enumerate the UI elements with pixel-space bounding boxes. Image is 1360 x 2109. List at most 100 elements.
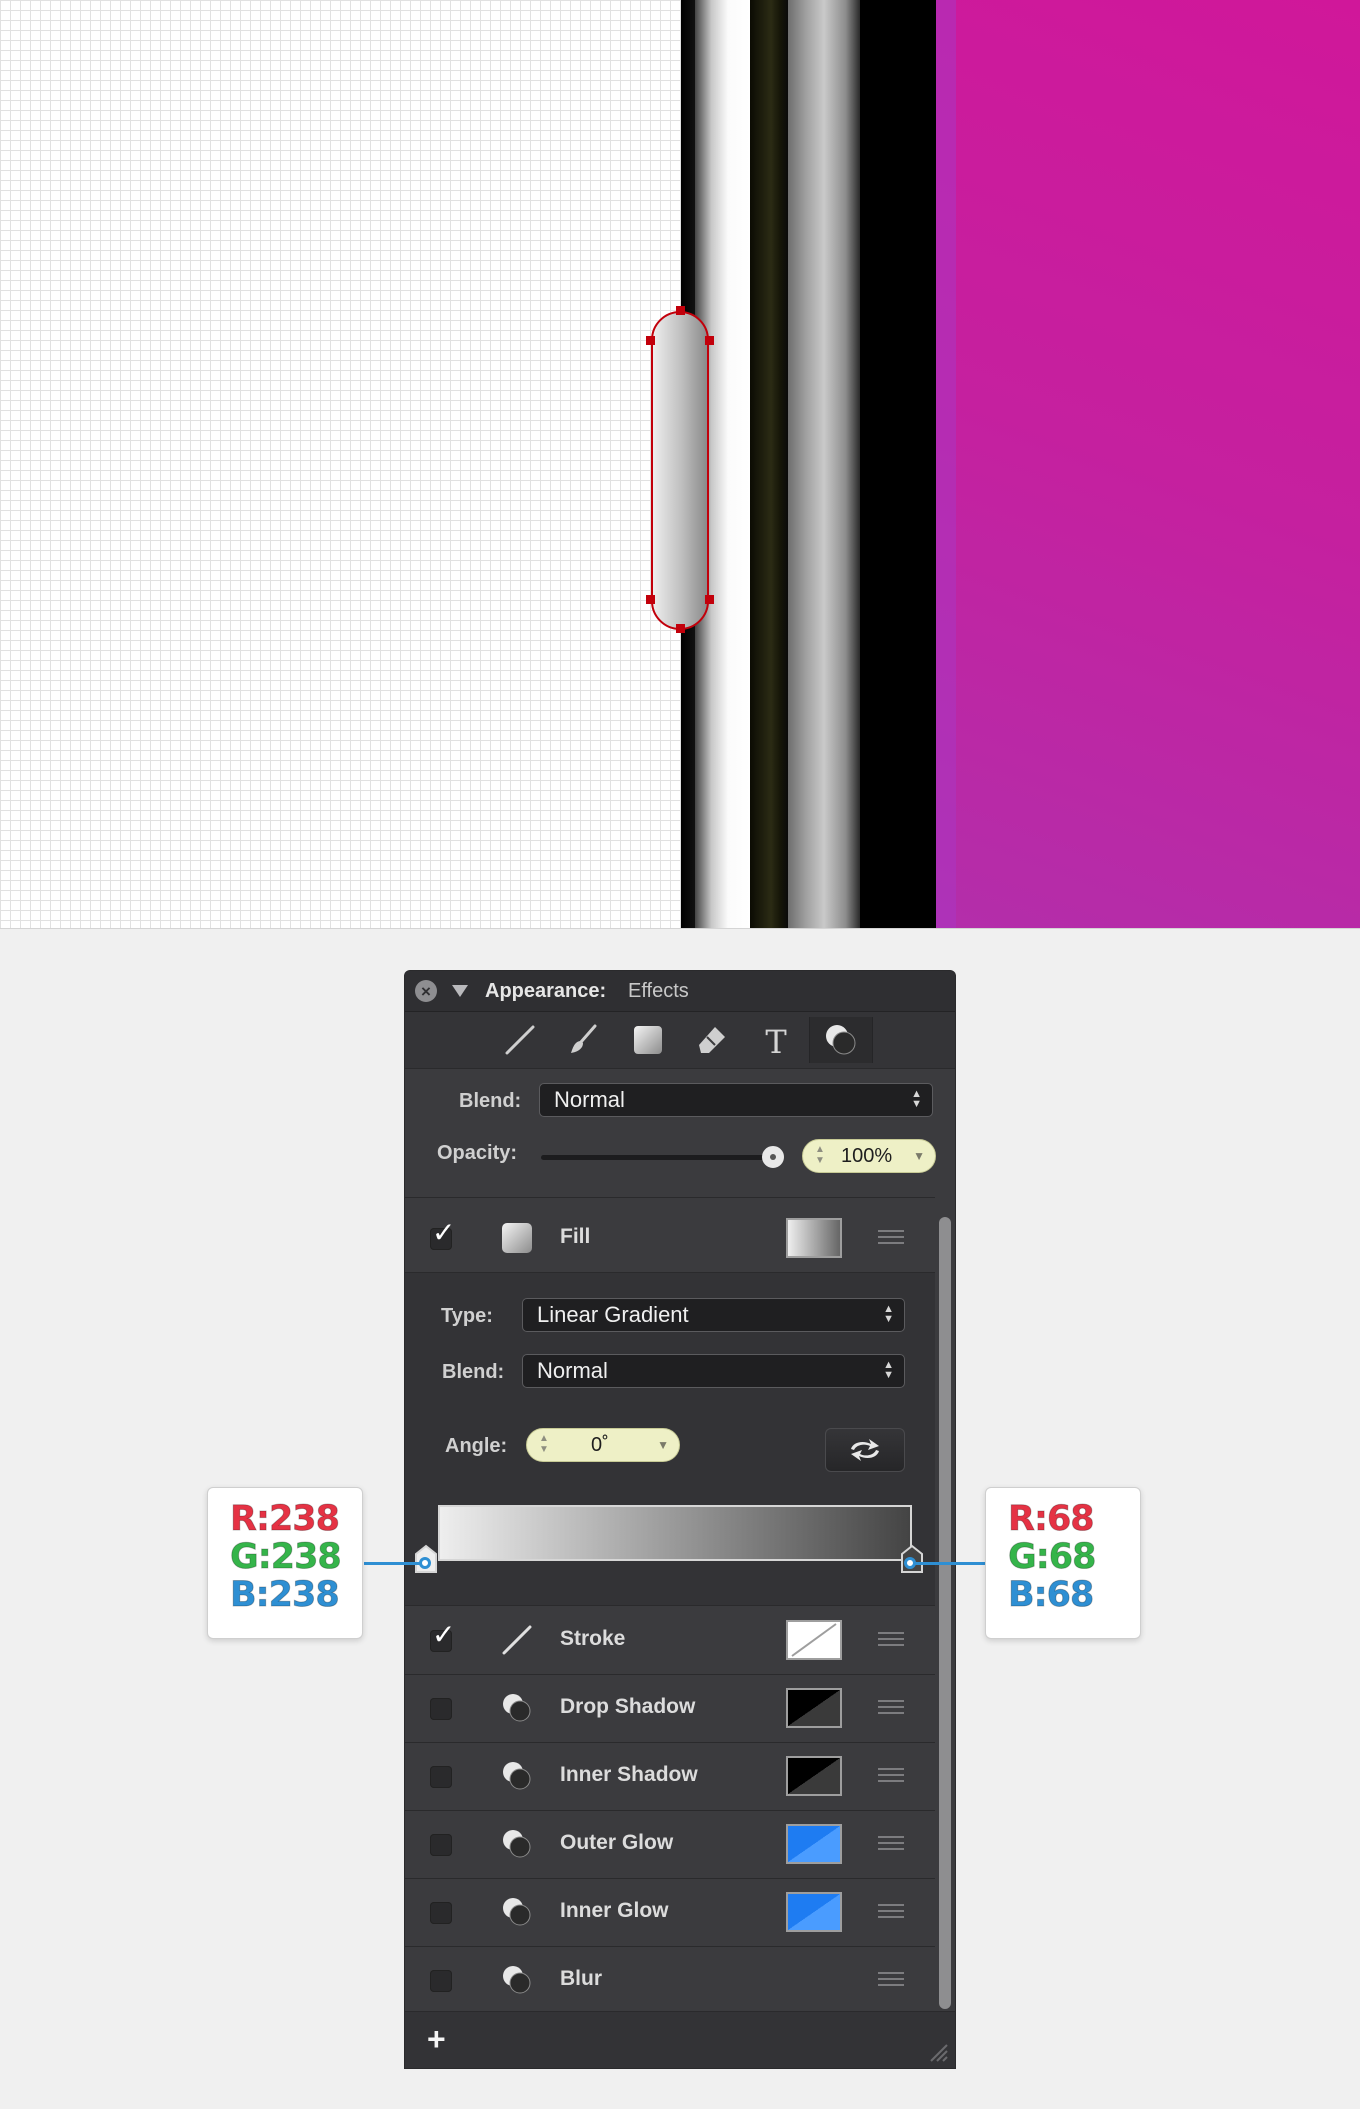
anchor-point[interactable]	[705, 595, 714, 604]
text-tool-icon[interactable]: T	[749, 1017, 803, 1063]
stroke-swatch[interactable]	[786, 1620, 842, 1660]
effect-label: Outer Glow	[560, 1831, 674, 1854]
opacity-slider-knob[interactable]	[762, 1146, 784, 1168]
canvas-bottom-edge	[0, 928, 1360, 929]
anchor-point[interactable]	[646, 595, 655, 604]
disclosure-triangle-icon[interactable]	[452, 985, 468, 997]
brush-tool-icon[interactable]	[557, 1017, 611, 1063]
drag-handle-icon[interactable]	[878, 1632, 904, 1648]
panel-title: Appearance:	[485, 980, 607, 1002]
angle-label: Angle:	[445, 1435, 508, 1457]
anchor-point[interactable]	[705, 336, 714, 345]
effect-circles-icon	[500, 1827, 534, 1861]
fill-blend-label: Blend:	[442, 1361, 505, 1383]
chevron-down-icon[interactable]: ▼	[913, 1140, 925, 1172]
type-label: Type:	[441, 1305, 493, 1327]
panel-subtitle: Effects	[628, 980, 689, 1002]
drag-handle-icon[interactable]	[878, 1972, 904, 1988]
fill-tool-icon[interactable]	[621, 1017, 675, 1063]
gradient-bar[interactable]	[438, 1505, 912, 1561]
anchor-point[interactable]	[646, 336, 655, 345]
appearance-panel: × Appearance: Effects T Blend: Normal ▲ ▼…	[405, 971, 955, 2068]
resize-grip-icon[interactable]	[927, 2041, 949, 2068]
green-value: G:68	[1008, 1537, 1097, 1577]
drop-shadow-checkbox[interactable]	[430, 1698, 452, 1720]
callout-dot-right	[904, 1557, 916, 1569]
blend-popup[interactable]: Normal ▲ ▼	[539, 1083, 933, 1117]
outer-glow-checkbox[interactable]	[430, 1834, 452, 1856]
fill-blend-value: Normal	[537, 1358, 608, 1383]
swap-gradient-button[interactable]	[825, 1428, 905, 1472]
blur-checkbox[interactable]	[430, 1970, 452, 1992]
drag-handle-icon[interactable]	[878, 1836, 904, 1852]
opacity-slider[interactable]	[541, 1155, 777, 1160]
callout-right-color: R:68 G:68 B:68	[985, 1487, 1141, 1639]
red-value: R:68	[1008, 1499, 1096, 1539]
design-canvas[interactable]	[0, 0, 1360, 929]
anchor-point[interactable]	[676, 624, 685, 633]
effect-row-outer-glow[interactable]: Outer Glow	[405, 1810, 935, 1878]
effect-label: Drop Shadow	[560, 1695, 696, 1718]
drag-handle-icon[interactable]	[878, 1700, 904, 1716]
effect-row-drop-shadow[interactable]: Drop Shadow	[405, 1674, 935, 1742]
scrollbar-thumb[interactable]	[939, 1217, 951, 2009]
stroke-icon	[500, 1623, 534, 1657]
green-value: G:238	[230, 1537, 343, 1577]
effect-row-fill[interactable]: ✓ Fill	[405, 1204, 935, 1272]
inner-glow-swatch[interactable]	[786, 1892, 842, 1932]
canvas-grid	[0, 0, 681, 929]
effect-row-inner-glow[interactable]: Inner Glow	[405, 1878, 935, 1946]
inner-glow-checkbox[interactable]	[430, 1902, 452, 1924]
effect-circles-icon	[500, 1759, 534, 1793]
stripe-olive	[750, 0, 788, 929]
updown-arrows-icon: ▲ ▼	[911, 1088, 922, 1110]
fill-icon	[500, 1221, 534, 1255]
svg-text:T: T	[765, 1023, 787, 1057]
eraser-tool-icon[interactable]	[685, 1017, 739, 1063]
stroke-checkbox[interactable]: ✓	[430, 1620, 455, 1652]
checkmark-icon: ✓	[432, 1217, 456, 1248]
selected-shape[interactable]	[651, 311, 709, 630]
effect-row-stroke[interactable]: ✓ Stroke	[405, 1606, 935, 1674]
angle-value: 0˚	[591, 1434, 609, 1456]
drag-handle-icon[interactable]	[878, 1230, 904, 1246]
angle-stepper[interactable]: ▲ ▼ 0˚ ▼	[526, 1428, 680, 1462]
add-effect-button[interactable]: +	[427, 2021, 446, 2058]
effects-tool-icon[interactable]	[809, 1017, 873, 1063]
callout-left-color: R:238 G:238 B:238	[207, 1487, 363, 1639]
anchor-point[interactable]	[676, 306, 685, 315]
effect-label: Stroke	[560, 1627, 626, 1650]
fill-swatch[interactable]	[786, 1218, 842, 1258]
effect-circles-icon	[500, 1895, 534, 1929]
gradient-type-popup[interactable]: Linear Gradient ▲ ▼	[522, 1298, 905, 1332]
stripe-black	[860, 0, 936, 929]
gradient-type-value: Linear Gradient	[537, 1302, 689, 1327]
fill-checkbox[interactable]: ✓	[430, 1218, 455, 1250]
chevron-down-icon[interactable]: ▼	[657, 1429, 669, 1461]
drag-handle-icon[interactable]	[878, 1904, 904, 1920]
stepper-arrows-icon[interactable]: ▲ ▼	[815, 1144, 825, 1166]
effect-circles-icon	[500, 1963, 534, 1997]
blend-value: Normal	[554, 1087, 625, 1112]
stepper-arrows-icon[interactable]: ▲ ▼	[539, 1433, 549, 1455]
callout-connector-right	[910, 1562, 986, 1565]
effect-row-inner-shadow[interactable]: Inner Shadow	[405, 1742, 935, 1810]
opacity-value: 100%	[841, 1145, 893, 1167]
inner-shadow-swatch[interactable]	[786, 1756, 842, 1796]
drag-handle-icon[interactable]	[878, 1768, 904, 1784]
effect-label: Blur	[560, 1967, 602, 1990]
magenta-edge	[936, 0, 956, 929]
blend-label: Blend:	[459, 1090, 522, 1112]
red-value: R:238	[230, 1499, 341, 1539]
close-icon[interactable]: ×	[415, 980, 437, 1002]
line-tool-icon[interactable]	[493, 1017, 547, 1063]
outer-glow-swatch[interactable]	[786, 1824, 842, 1864]
fill-label: Fill	[560, 1225, 591, 1248]
fill-blend-popup[interactable]: Normal ▲ ▼	[522, 1354, 905, 1388]
effect-label: Inner Glow	[560, 1899, 669, 1922]
inner-shadow-checkbox[interactable]	[430, 1766, 452, 1788]
opacity-label: Opacity:	[437, 1142, 518, 1164]
opacity-stepper[interactable]: ▲ ▼ 100% ▼	[802, 1139, 936, 1173]
drop-shadow-swatch[interactable]	[786, 1688, 842, 1728]
effect-row-blur[interactable]: Blur	[405, 1946, 935, 2014]
